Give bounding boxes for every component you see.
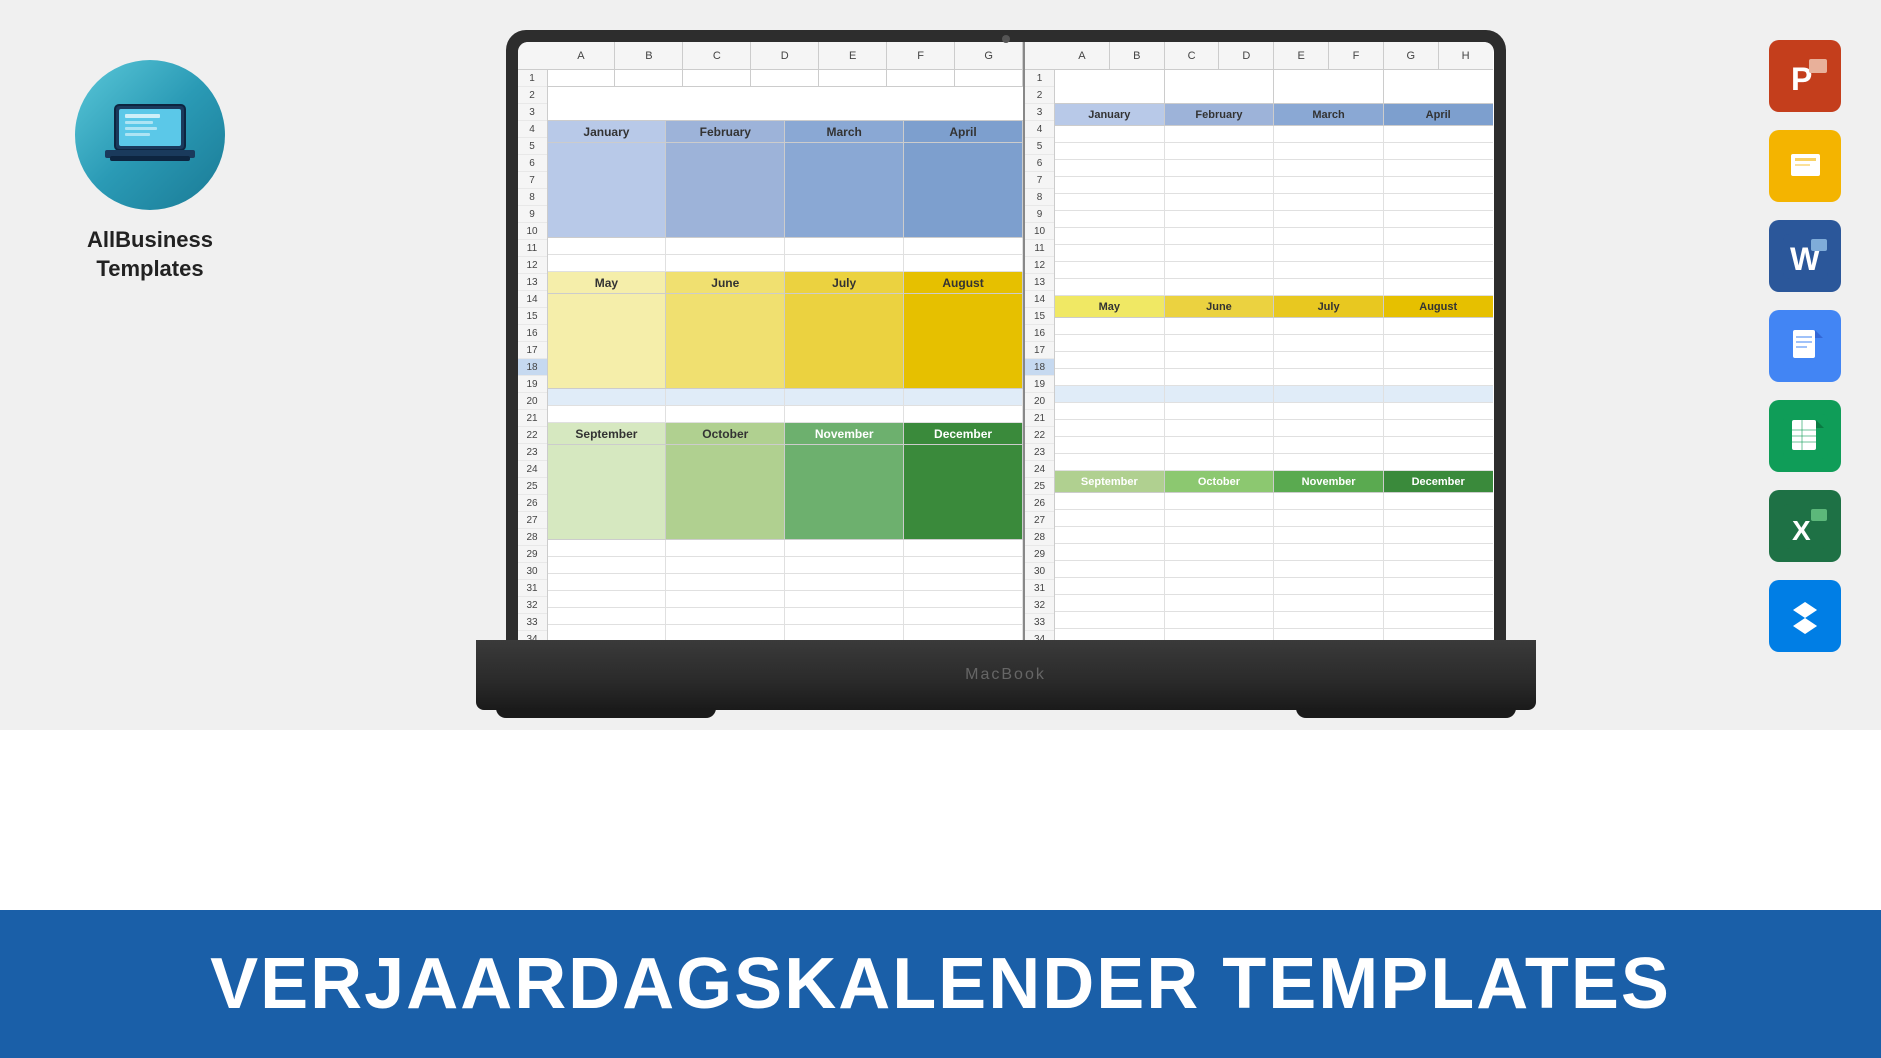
rn-12: 12: [518, 257, 547, 274]
rn-11: 11: [518, 240, 547, 257]
rn-20: 20: [518, 393, 547, 410]
rn-16: 16: [518, 325, 547, 342]
rn-17: 17: [518, 342, 547, 359]
col-C: C: [683, 42, 751, 69]
laptop-screen: A B C D E F G 1 2: [518, 42, 1494, 640]
right-row-nums: 1 2 3 4 5 6 7 8 9 10 11: [1025, 70, 1055, 640]
banner-text: VERJAARDAGSKALENDER TEMPLATES: [210, 943, 1671, 1025]
left-row-nums: 1 2 3 4 5 6 7 8 9 10 11: [518, 70, 548, 640]
right-col-headers: A B C D E F G H: [1025, 42, 1493, 70]
rn-1: 1: [518, 70, 547, 87]
rcol-A: A: [1055, 42, 1110, 69]
laptop: A B C D E F G 1 2: [476, 30, 1536, 710]
rn-14: 14: [518, 291, 547, 308]
dropbox-icon[interactable]: [1769, 580, 1841, 652]
left-grid-area: JanuaryFebruaryMarchAprilMayJuneJulyAugu…: [548, 70, 1024, 640]
logo-circle: [75, 60, 225, 210]
col-G: G: [955, 42, 1023, 69]
svg-text:X: X: [1792, 515, 1811, 546]
rn-23: 23: [518, 444, 547, 461]
camera-dot: [1002, 35, 1010, 43]
laptop-foot-left: [496, 708, 716, 718]
rn-24: 24: [518, 461, 547, 478]
laptop-screen-outer: A B C D E F G 1 2: [506, 30, 1506, 640]
right-icons-area: P W: [1769, 40, 1841, 652]
rn-26: 26: [518, 495, 547, 512]
col-D: D: [751, 42, 819, 69]
rn-8: 8: [518, 189, 547, 206]
logo-line1: AllBusiness: [87, 226, 213, 255]
rn-22: 22: [518, 427, 547, 444]
rn-31: 31: [518, 580, 547, 597]
logo-text: AllBusiness Templates: [87, 226, 213, 283]
rcol-H: H: [1439, 42, 1494, 69]
col-E: E: [819, 42, 887, 69]
rcol-F: F: [1329, 42, 1384, 69]
rn-34: 34: [518, 631, 547, 640]
bottom-banner: VERJAARDAGSKALENDER TEMPLATES: [0, 910, 1881, 1058]
laptop-logo-icon: [105, 100, 195, 170]
rn-27: 27: [518, 512, 547, 529]
rn-9: 9: [518, 206, 547, 223]
docs-icon[interactable]: [1769, 310, 1841, 382]
rn-5: 5: [518, 138, 547, 155]
col-B: B: [615, 42, 683, 69]
laptop-container: A B C D E F G 1 2: [260, 20, 1751, 720]
right-grid-area: JanuaryFebruaryMarchAprilMayJuneJulyAugu…: [1055, 70, 1493, 640]
rn-7: 7: [518, 172, 547, 189]
sheet-right: A B C D E F G H 1: [1025, 42, 1493, 640]
powerpoint-icon[interactable]: P: [1769, 40, 1841, 112]
col-A: A: [548, 42, 616, 69]
rn-15: 15: [518, 308, 547, 325]
left-col-headers: A B C D E F G: [518, 42, 1024, 70]
left-sheet-content: 1 2 3 4 5 6 7 8 9 10 11: [518, 70, 1024, 640]
rn-13: 13: [518, 274, 547, 291]
rn-10: 10: [518, 223, 547, 240]
rcol-E: E: [1274, 42, 1329, 69]
logo-area: AllBusiness Templates: [40, 60, 260, 283]
right-sheet-content: 1 2 3 4 5 6 7 8 9 10 11: [1025, 70, 1493, 640]
logo-line2: Templates: [87, 255, 213, 284]
word-icon[interactable]: W: [1769, 220, 1841, 292]
sheets-icon[interactable]: [1769, 400, 1841, 472]
rn-18: 18: [518, 359, 547, 376]
rn-2: 2: [518, 87, 547, 104]
rcol-B: B: [1110, 42, 1165, 69]
spreadsheet: A B C D E F G 1 2: [518, 42, 1494, 640]
laptop-base: [476, 640, 1536, 710]
excel-icon[interactable]: X: [1769, 490, 1841, 562]
rn-33: 33: [518, 614, 547, 631]
rn-6: 6: [518, 155, 547, 172]
rn-30: 30: [518, 563, 547, 580]
rn-4: 4: [518, 121, 547, 138]
rn-19: 19: [518, 376, 547, 393]
laptop-foot-right: [1296, 708, 1516, 718]
col-F: F: [887, 42, 955, 69]
rn-28: 28: [518, 529, 547, 546]
rn-29: 29: [518, 546, 547, 563]
slides-icon[interactable]: [1769, 130, 1841, 202]
rn-21: 21: [518, 410, 547, 427]
sheet-left: A B C D E F G 1 2: [518, 42, 1026, 640]
rn-32: 32: [518, 597, 547, 614]
rcol-D: D: [1219, 42, 1274, 69]
rcol-C: C: [1165, 42, 1220, 69]
rn-25: 25: [518, 478, 547, 495]
rn-3: 3: [518, 104, 547, 121]
rcol-G: G: [1384, 42, 1439, 69]
